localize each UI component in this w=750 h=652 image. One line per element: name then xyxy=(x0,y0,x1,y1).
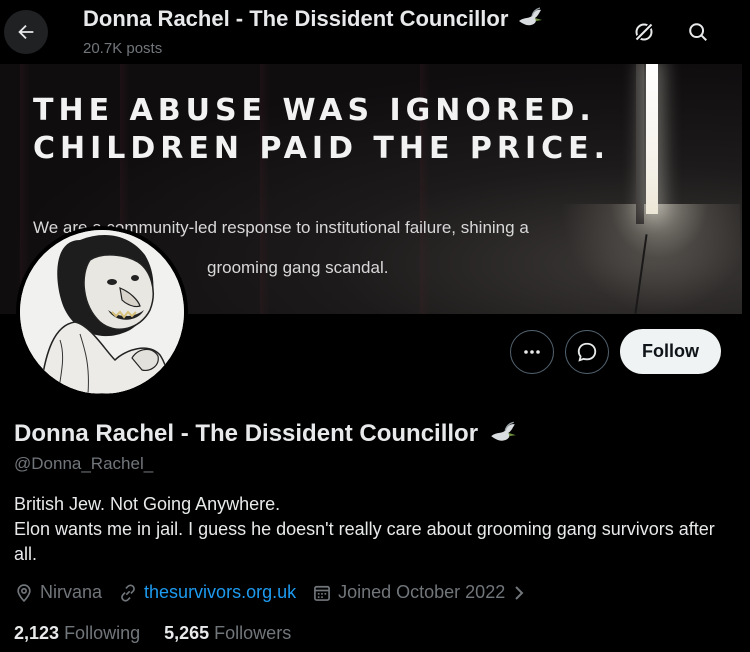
following-stat[interactable]: 2,123 Following xyxy=(14,623,140,644)
banner-headline-line2: CHILDREN PAID THE PRICE. xyxy=(33,131,611,166)
more-options-button[interactable] xyxy=(510,330,554,374)
back-button[interactable] xyxy=(4,10,48,54)
bio-line: British Jew. Not Going Anywhere. xyxy=(14,494,281,514)
avatar[interactable] xyxy=(16,226,188,398)
website[interactable]: thesurvivors.org.uk xyxy=(118,582,296,603)
follow-stats: 2,123 Following 5,265 Followers xyxy=(14,623,291,644)
header-title-text: Donna Rachel - The Dissident Councillor xyxy=(83,6,509,31)
avatar-image xyxy=(20,230,184,394)
following-count: 2,123 xyxy=(14,623,60,643)
joined-date: Joined October 2022 xyxy=(312,582,527,603)
header-title: Donna Rachel - The Dissident Councillor xyxy=(83,6,544,32)
more-dots-icon xyxy=(524,350,540,354)
arrow-left-icon xyxy=(18,24,34,40)
display-name: Donna Rachel - The Dissident Councillor xyxy=(14,420,518,448)
handle: @Donna_Rachel_ xyxy=(14,454,154,473)
bio: British Jew. Not Going Anywhere. Elon wa… xyxy=(14,492,724,567)
dove-icon xyxy=(491,421,516,441)
search-button[interactable] xyxy=(678,12,718,52)
grok-chat-button[interactable] xyxy=(565,330,609,374)
follow-button[interactable]: Follow xyxy=(620,329,721,374)
followers-label: Followers xyxy=(214,623,292,643)
banner-floor-light xyxy=(560,204,740,314)
location-pin-icon xyxy=(17,583,31,602)
posts-count: 20.7K posts xyxy=(83,40,163,57)
chat-bubble-icon xyxy=(577,342,597,362)
caricature-illustration xyxy=(20,230,184,394)
link-icon xyxy=(121,583,135,602)
display-name-text: Donna Rachel - The Dissident Councillor xyxy=(14,420,479,447)
banner-door-frame xyxy=(636,64,644,224)
grok-icon xyxy=(634,22,654,42)
following-label: Following xyxy=(64,623,141,643)
location: Nirvana xyxy=(14,582,102,603)
banner-headline-line1: THE ABUSE WAS IGNORED. xyxy=(33,93,596,128)
chevron-right-icon[interactable] xyxy=(511,583,527,603)
bio-line: Elon wants me in jail. I guess he doesn'… xyxy=(14,519,715,564)
followers-count: 5,265 xyxy=(164,623,210,643)
location-text: Nirvana xyxy=(40,582,103,602)
profile-meta: Nirvana thesurvivors.org.uk Joined Octob… xyxy=(14,582,543,603)
banner-headline: THE ABUSE WAS IGNORED. CHILDREN PAID THE… xyxy=(33,92,610,168)
dove-icon xyxy=(519,7,543,26)
followers-stat[interactable]: 5,265 Followers xyxy=(164,623,291,644)
banner-door-light xyxy=(646,64,658,214)
search-icon xyxy=(689,23,707,41)
top-bar: Donna Rachel - The Dissident Councillor … xyxy=(0,0,750,64)
joined-text: Joined October 2022 xyxy=(338,582,506,602)
grok-button[interactable] xyxy=(624,12,664,52)
website-link[interactable]: thesurvivors.org.uk xyxy=(144,582,296,603)
calendar-icon xyxy=(314,585,331,601)
